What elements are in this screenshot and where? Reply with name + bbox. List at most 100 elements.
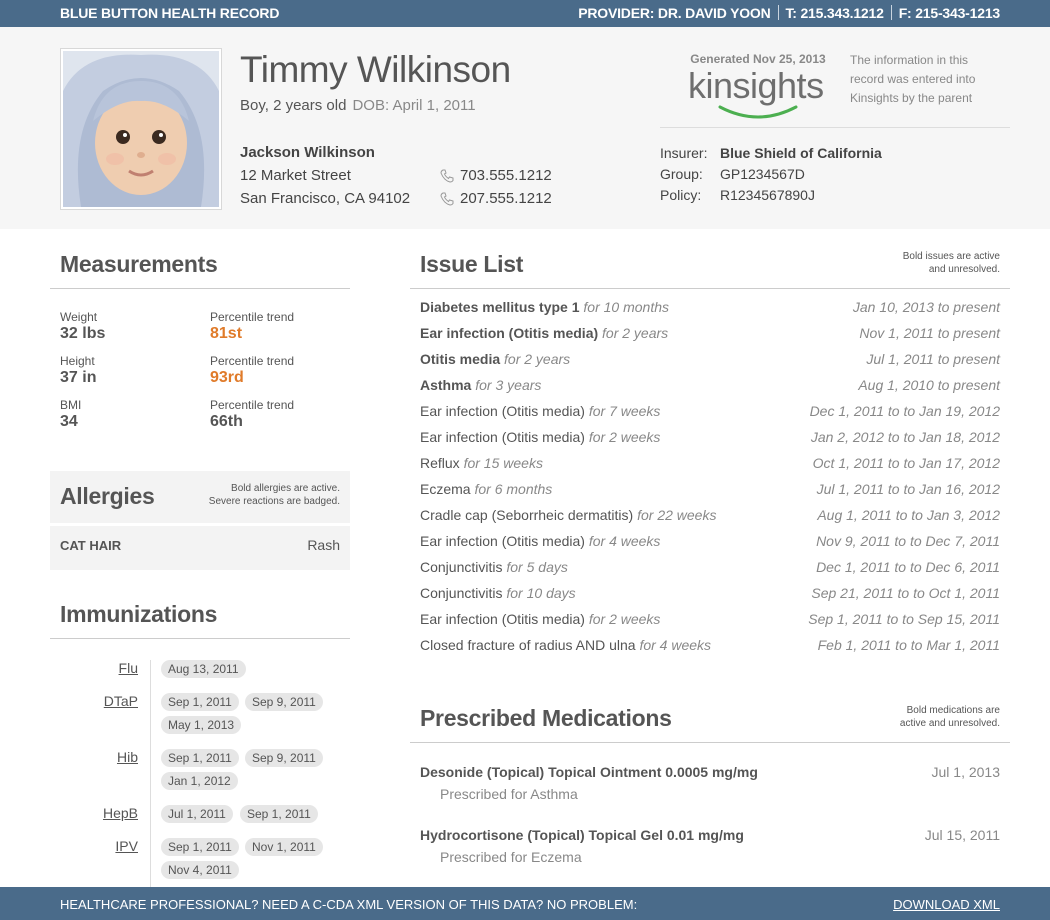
issue-name-wrap: Ear infection (Otitis media) for 2 weeks — [420, 611, 660, 627]
issue-row: Ear infection (Otitis media) for 7 weeks… — [420, 403, 1000, 423]
allergy-reaction: Rash — [307, 537, 340, 553]
divider — [777, 5, 779, 20]
allergies-header: Allergies Bold allergies are active. Sev… — [50, 471, 350, 519]
patient-dob: DOB: April 1, 2011 — [352, 97, 476, 114]
measurement-height-percentile: Percentile trend 93rd — [210, 354, 294, 387]
note-line: active and unresolved. — [899, 718, 1000, 729]
group-row: Group: GP1234567D — [660, 164, 882, 185]
medication-item: Hydrocortisone (Topical) Topical Gel 0.0… — [420, 827, 1000, 865]
immunization-date: Nov 4, 2011 — [161, 861, 239, 879]
issue-row: Ear infection (Otitis media) for 2 weeks… — [420, 611, 1000, 631]
issue-duration: for 2 years — [602, 325, 669, 341]
medication-item: Desonide (Topical) Topical Ointment 0.00… — [420, 764, 1000, 802]
immunization-dtap-link[interactable]: DTaP — [104, 693, 138, 709]
immunization-hepb-link[interactable]: HepB — [103, 805, 138, 821]
issue-dates: Dec 1, 2011 to to Dec 6, 2011 — [816, 559, 1000, 575]
issue-dates: Aug 1, 2011 to to Jan 3, 2012 — [817, 507, 1000, 523]
issue-name: Conjunctivitis — [420, 559, 503, 575]
immunization-date: Sep 1, 2011 — [240, 805, 318, 823]
divider — [890, 5, 892, 20]
issue-name: Ear infection (Otitis media) — [420, 325, 599, 341]
immunization-ipv-link[interactable]: IPV — [115, 838, 138, 854]
issue-name-wrap: Ear infection (Otitis media) for 4 weeks — [420, 533, 660, 549]
note-line: Bold allergies are active. — [231, 483, 340, 494]
phone-icon — [440, 169, 454, 183]
issue-row: Closed fracture of radius AND ulna for 4… — [420, 637, 1000, 657]
insurer-label: Insurer: — [660, 145, 708, 161]
group-value: GP1234567D — [720, 166, 805, 182]
immunization-date: Nov 1, 2011 — [245, 838, 323, 856]
phone-icon — [440, 192, 454, 206]
measurement-label: Percentile trend — [210, 310, 295, 324]
phone-row: 207.555.1212 — [440, 187, 552, 210]
issue-row: Ear infection (Otitis media) for 4 weeks… — [420, 533, 1000, 553]
immunization-date: May 1, 2013 — [161, 716, 242, 734]
provider-phone: T: 215.343.1212 — [785, 5, 884, 21]
top-bar: BLUE BUTTON HEALTH RECORD PROVIDER: DR. … — [0, 0, 1050, 27]
issue-list-title: Issue List — [420, 251, 524, 277]
issue-name: Closed fracture of radius AND ulna — [420, 637, 636, 653]
note-line: Severe reactions are badged. — [208, 496, 340, 507]
issue-name-wrap: Ear infection (Otitis media) for 7 weeks — [420, 403, 660, 419]
insurance-info: Insurer: Blue Shield of California Group:… — [660, 143, 882, 206]
issue-duration: for 4 weeks — [588, 533, 661, 549]
patient-name: Timmy Wilkinson — [240, 49, 511, 90]
footer-bar: HEALTHCARE PROFESSIONAL? NEED A C-CDA XM… — [0, 887, 1050, 920]
measurement-label: Weight — [60, 310, 98, 324]
guardian-street: 12 Market Street — [240, 167, 351, 184]
provider-fax: F: 215-343-1213 — [898, 5, 1000, 21]
issue-duration: for 10 months — [583, 299, 670, 315]
issue-row: Asthma for 3 years Aug 1, 2010 to present — [420, 377, 1000, 397]
immunizations-title: Immunizations — [60, 601, 218, 627]
immunization-flu-link[interactable]: Flu — [119, 660, 138, 676]
issue-name: Otitis media — [420, 351, 501, 367]
allergies-title: Allergies — [60, 483, 155, 509]
issue-name-wrap: Eczema for 6 months — [420, 481, 552, 497]
policy-value: R1234567890J — [720, 187, 815, 203]
measurement-value: 66th — [210, 413, 243, 430]
issue-row: Ear infection (Otitis media) for 2 weeks… — [420, 429, 1000, 449]
baby-photo-icon — [63, 51, 219, 207]
immunization-date: Aug 13, 2011 — [161, 660, 246, 678]
issue-duration: for 6 months — [474, 481, 553, 497]
guardian-phone-1: 703.555.1212 — [460, 167, 552, 184]
insurer-value: Blue Shield of California — [720, 145, 882, 161]
immunization-date: Sep 1, 2011 — [161, 693, 239, 711]
medication-name: Hydrocortisone (Topical) Topical Gel 0.0… — [420, 827, 744, 843]
allergies-note: Bold allergies are active. Severe reacti… — [209, 482, 340, 508]
issue-name-wrap: Ear infection (Otitis media) for 2 years — [420, 325, 668, 341]
guardian-name: Jackson Wilkinson — [240, 144, 375, 161]
logo-smile-icon — [718, 105, 798, 119]
issue-row: Cradle cap (Seborrheic dermatitis) for 2… — [420, 507, 1000, 527]
immunization-date: Jan 1, 2012 — [161, 772, 238, 790]
issue-name: Ear infection (Otitis media) — [420, 533, 585, 549]
issue-dates: Feb 1, 2011 to to Mar 1, 2011 — [817, 637, 1000, 653]
issue-name-wrap: Cradle cap (Seborrheic dermatitis) for 2… — [420, 507, 716, 523]
immunization-hib-link[interactable]: Hib — [117, 749, 138, 765]
issue-row: Conjunctivitis for 5 days Dec 1, 2011 to … — [420, 559, 1000, 579]
group-label: Group: — [660, 166, 703, 182]
source-notice: The information in this record was enter… — [850, 53, 976, 105]
provider-info: PROVIDER: DR. DAVID YOON T: 215.343.1212 F… — [578, 5, 1000, 21]
note-line: and unresolved. — [928, 264, 1000, 275]
policy-row: Policy: R1234567890J — [660, 185, 882, 206]
issue-dates: Oct 1, 2011 to to Jan 17, 2012 — [812, 455, 1000, 471]
measurement-value: 34 — [60, 413, 78, 430]
issue-duration: for 4 weeks — [639, 637, 712, 653]
issue-duration: for 2 weeks — [588, 611, 661, 627]
guardian-info: Jackson Wilkinson 12 Market Street San F… — [240, 141, 410, 210]
measurements-title: Measurements — [60, 251, 218, 277]
measurement-bmi-percentile: Percentile trend 66th — [210, 398, 294, 431]
timeline-line — [150, 660, 151, 890]
medication-date: Jul 1, 2013 — [931, 764, 1001, 780]
issue-duration: for 10 days — [506, 585, 576, 601]
allergy-row: CAT HAIR Rash — [50, 523, 350, 570]
measurement-label: Percentile trend — [210, 398, 295, 412]
download-xml-link[interactable]: DOWNLOAD XML — [893, 897, 1000, 912]
medication-indication: Prescribed for Eczema — [440, 849, 582, 865]
measurement-value: 93rd — [210, 369, 244, 386]
measurement-weight: Weight 32 lbs — [60, 310, 105, 343]
medication-name: Desonide (Topical) Topical Ointment 0.00… — [420, 764, 758, 780]
issue-name-wrap: Conjunctivitis for 10 days — [420, 585, 576, 601]
guardian-city: San Francisco, CA 94102 — [240, 190, 411, 207]
